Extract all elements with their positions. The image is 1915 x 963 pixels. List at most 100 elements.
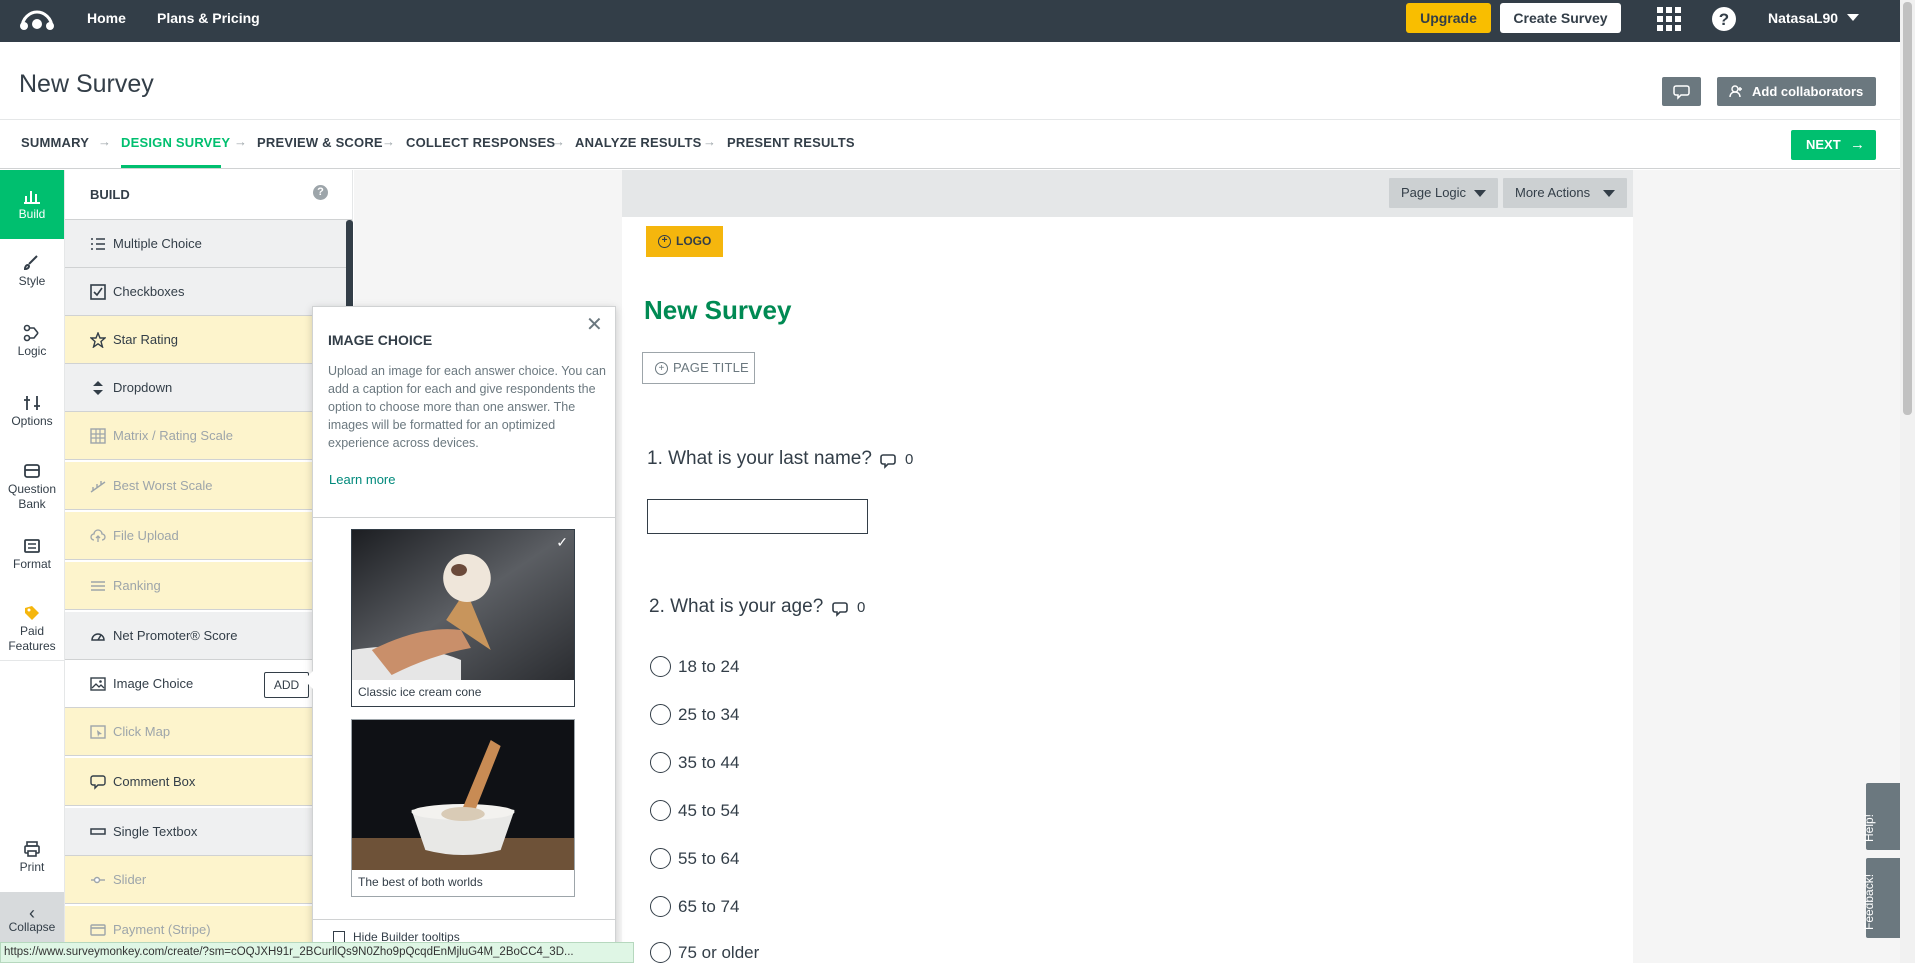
- rail-paid-features[interactable]: Paid Features: [0, 604, 64, 654]
- age-choice[interactable]: 35 to 44: [650, 752, 739, 774]
- feedback-tab[interactable]: Feedback!: [1862, 858, 1900, 938]
- qtype-star-rating[interactable]: Star Rating: [65, 316, 352, 364]
- surveymonkey-logo-icon[interactable]: [18, 8, 56, 34]
- close-icon[interactable]: ✕: [586, 312, 603, 337]
- next-button[interactable]: NEXT →: [1791, 130, 1876, 160]
- logic-branch-icon: [23, 324, 39, 342]
- help-tab[interactable]: Help!: [1862, 783, 1900, 850]
- radio-button[interactable]: [650, 656, 671, 677]
- apps-grid-icon[interactable]: [1656, 6, 1682, 32]
- rail-style-label: Style: [18, 274, 46, 288]
- step-design-survey[interactable]: DESIGN SURVEY: [121, 135, 230, 150]
- checkmark-icon: ✓: [556, 534, 568, 550]
- comment-icon: [90, 775, 106, 790]
- step-summary[interactable]: SUMMARY: [21, 135, 89, 150]
- qtype-matrix-rating-scale[interactable]: Matrix / Rating Scale: [65, 412, 352, 460]
- upgrade-button[interactable]: Upgrade: [1406, 3, 1491, 33]
- rail-options[interactable]: Options: [0, 394, 64, 428]
- qtype-multiple-choice[interactable]: Multiple Choice: [65, 220, 352, 268]
- step-collect-responses[interactable]: COLLECT RESPONSES: [406, 135, 555, 150]
- qtype-ranking[interactable]: Ranking: [65, 562, 352, 610]
- question-1-comments[interactable]: 0: [880, 451, 913, 469]
- scrollbar-thumb[interactable]: [1903, 2, 1912, 415]
- rail-paid-features-label: Paid Features: [8, 624, 56, 653]
- nav-plans-pricing[interactable]: Plans & Pricing: [157, 0, 260, 42]
- click-map-icon: [90, 725, 106, 739]
- qtype-file-upload[interactable]: File Upload: [65, 512, 352, 560]
- rail-style[interactable]: Style: [0, 254, 64, 288]
- learn-more-link[interactable]: Learn more: [329, 472, 395, 487]
- logo-button[interactable]: + LOGO: [646, 226, 723, 257]
- comment-icon: [832, 602, 848, 617]
- age-choice[interactable]: 75 or older: [650, 942, 759, 963]
- survey-heading[interactable]: New Survey: [644, 295, 791, 326]
- bar-chart-icon: [24, 191, 40, 204]
- page-scrollbar[interactable]: [1900, 0, 1915, 963]
- age-choice[interactable]: 45 to 54: [650, 800, 739, 822]
- step-present-results[interactable]: PRESENT RESULTS: [727, 135, 855, 150]
- textbox-icon: [90, 828, 106, 835]
- radio-button[interactable]: [650, 848, 671, 869]
- add-question-button[interactable]: ADD: [264, 672, 309, 698]
- age-choice[interactable]: 18 to 24: [650, 656, 739, 678]
- radio-button[interactable]: [650, 942, 671, 963]
- more-actions-button[interactable]: More Actions: [1503, 178, 1627, 208]
- age-choice[interactable]: 55 to 64: [650, 848, 739, 870]
- radio-button[interactable]: [650, 800, 671, 821]
- qtype-slider[interactable]: Slider: [65, 856, 352, 904]
- question-2-title[interactable]: 2. What is your age?: [649, 596, 823, 618]
- image-caption: The best of both worlds: [358, 875, 483, 889]
- ranking-icon: [91, 581, 105, 591]
- user-menu[interactable]: NatasaL90: [1768, 0, 1838, 36]
- page-logic-button[interactable]: Page Logic: [1389, 178, 1498, 208]
- survey-title[interactable]: New Survey: [19, 70, 154, 99]
- active-step-indicator: [121, 165, 221, 168]
- rail-logic[interactable]: Logic: [0, 324, 64, 358]
- tooltip-divider: [313, 517, 615, 518]
- step-preview-score[interactable]: PREVIEW & SCORE: [257, 135, 383, 150]
- price-tag-icon: [25, 606, 39, 620]
- radio-button[interactable]: [650, 896, 671, 917]
- question-2-comments[interactable]: 0: [832, 599, 865, 617]
- qtype-single-textbox[interactable]: Single Textbox: [65, 808, 352, 856]
- rail-build[interactable]: Build: [0, 170, 64, 239]
- add-collaborators-button[interactable]: Add collaborators: [1717, 77, 1876, 106]
- arrow-right-icon: →: [703, 134, 716, 149]
- build-panel-scrollbar[interactable]: [346, 220, 353, 310]
- last-name-input[interactable]: [647, 499, 868, 534]
- qtype-checkboxes[interactable]: Checkboxes: [65, 268, 352, 316]
- question-bank-icon: [24, 464, 40, 478]
- create-survey-button[interactable]: Create Survey: [1500, 3, 1621, 33]
- nav-home[interactable]: Home: [87, 0, 126, 42]
- qtype-label: Payment (Stripe): [113, 922, 211, 937]
- scale-icon: [90, 481, 106, 493]
- survey-page: [622, 217, 1633, 963]
- qtype-net-promoter-score[interactable]: Net Promoter® Score: [65, 612, 352, 660]
- caret-down-icon: [1603, 190, 1615, 197]
- page-title-button[interactable]: + PAGE TITLE: [642, 352, 755, 384]
- rail-print[interactable]: Print: [0, 840, 64, 874]
- choice-label: 45 to 54: [678, 801, 740, 820]
- chevron-down-icon[interactable]: [1847, 14, 1859, 21]
- qtype-best-worst-scale[interactable]: Best Worst Scale: [65, 462, 352, 510]
- choice-label: 65 to 74: [678, 897, 740, 916]
- qtype-comment-box[interactable]: Comment Box: [65, 758, 352, 806]
- rail-format[interactable]: Format: [0, 537, 64, 571]
- rail-question-bank[interactable]: Question Bank: [0, 462, 64, 512]
- qtype-dropdown[interactable]: Dropdown: [65, 364, 352, 412]
- help-icon[interactable]: ?: [313, 185, 328, 200]
- help-circle-icon[interactable]: ?: [1711, 6, 1737, 32]
- age-choice[interactable]: 25 to 34: [650, 704, 739, 726]
- left-rail: Build Style Logic Options Question Bank …: [0, 170, 65, 963]
- tooltip-footer-divider: [313, 919, 615, 920]
- radio-button[interactable]: [650, 704, 671, 725]
- age-choice[interactable]: 65 to 74: [650, 896, 739, 918]
- qtype-label: Dropdown: [113, 380, 173, 395]
- comments-button[interactable]: [1662, 77, 1701, 106]
- build-header: BUILD ?: [65, 170, 352, 220]
- qtype-click-map[interactable]: Click Map: [65, 708, 352, 756]
- radio-button[interactable]: [650, 752, 671, 773]
- question-1-title[interactable]: 1. What is your last name?: [647, 448, 872, 470]
- arrow-right-icon: →: [234, 134, 247, 149]
- step-analyze-results[interactable]: ANALYZE RESULTS: [575, 135, 702, 150]
